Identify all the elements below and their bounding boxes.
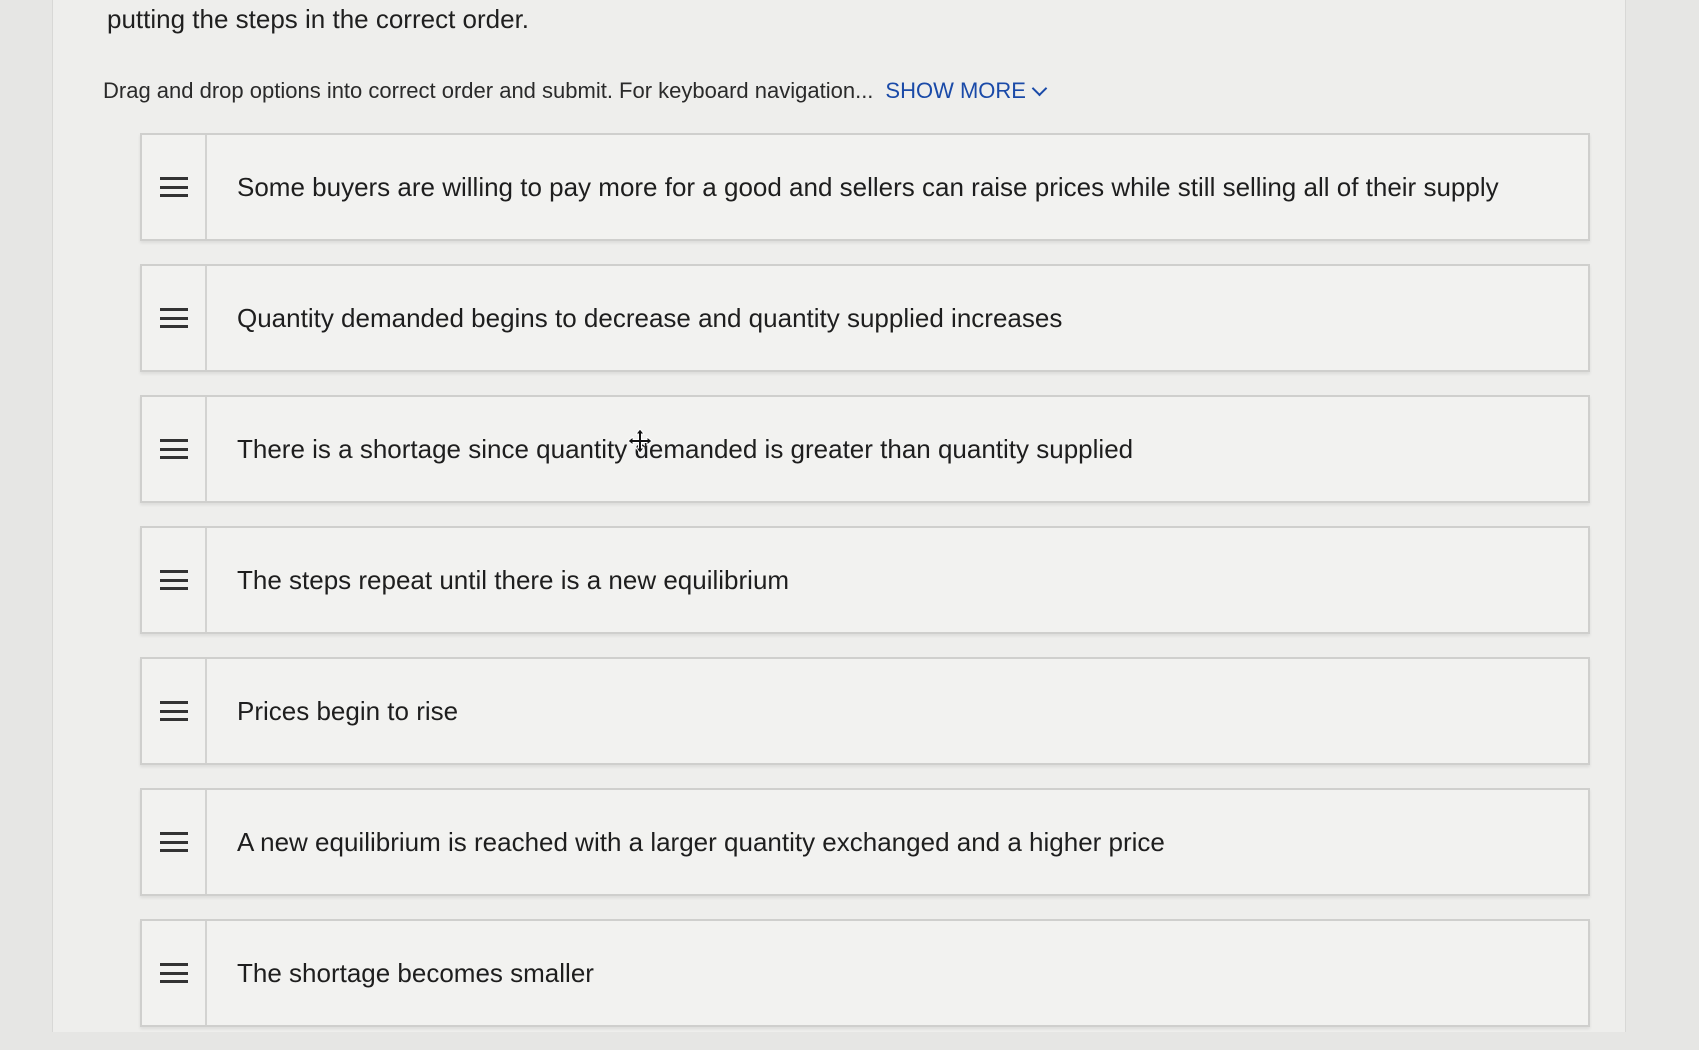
drag-handle-icon [159, 570, 188, 590]
sortable-step-6[interactable]: A new equilibrium is reached with a larg… [140, 788, 1590, 896]
question-instruction: putting the steps in the correct order. [107, 4, 530, 34]
sortable-step-5[interactable]: Prices begin to rise [140, 657, 1590, 765]
sortable-steps-list: Some buyers are willing to pay more for … [140, 133, 1590, 1050]
drag-handle[interactable] [142, 266, 207, 370]
drag-handle[interactable] [142, 921, 207, 1025]
drag-drop-helper: Drag and drop options into correct order… [103, 78, 1048, 104]
drag-handle[interactable] [142, 397, 207, 501]
drag-handle[interactable] [142, 528, 207, 632]
step-label: Quantity demanded begins to decrease and… [237, 302, 1063, 333]
chevron-down-icon [1031, 80, 1048, 96]
drag-handle[interactable] [142, 790, 207, 894]
drag-handle-icon [159, 439, 188, 459]
helper-text: Drag and drop options into correct order… [103, 78, 874, 103]
drag-handle-icon [159, 308, 188, 328]
sortable-step-1[interactable]: Some buyers are willing to pay more for … [140, 133, 1590, 241]
drag-handle[interactable] [142, 659, 207, 763]
sortable-step-3[interactable]: There is a shortage since quantity deman… [140, 395, 1590, 503]
step-label: Some buyers are willing to pay more for … [237, 171, 1499, 202]
sortable-step-7[interactable]: The shortage becomes smaller [140, 919, 1590, 1027]
step-label: There is a shortage since quantity deman… [237, 433, 1134, 464]
drag-handle-icon [159, 832, 188, 852]
step-label: A new equilibrium is reached with a larg… [237, 826, 1165, 857]
show-more-link[interactable]: SHOW MORE [885, 78, 1048, 104]
sortable-step-4[interactable]: The steps repeat until there is a new eq… [140, 526, 1590, 634]
drag-handle[interactable] [142, 135, 207, 239]
drag-handle-icon [159, 177, 188, 197]
step-label: The shortage becomes smaller [237, 957, 594, 988]
drag-handle-icon [159, 963, 188, 983]
step-label: The steps repeat until there is a new eq… [237, 564, 790, 595]
step-label: Prices begin to rise [237, 695, 459, 726]
drag-handle-icon [159, 701, 188, 721]
sortable-step-2[interactable]: Quantity demanded begins to decrease and… [140, 264, 1590, 372]
show-more-label: SHOW MORE [885, 78, 1026, 103]
